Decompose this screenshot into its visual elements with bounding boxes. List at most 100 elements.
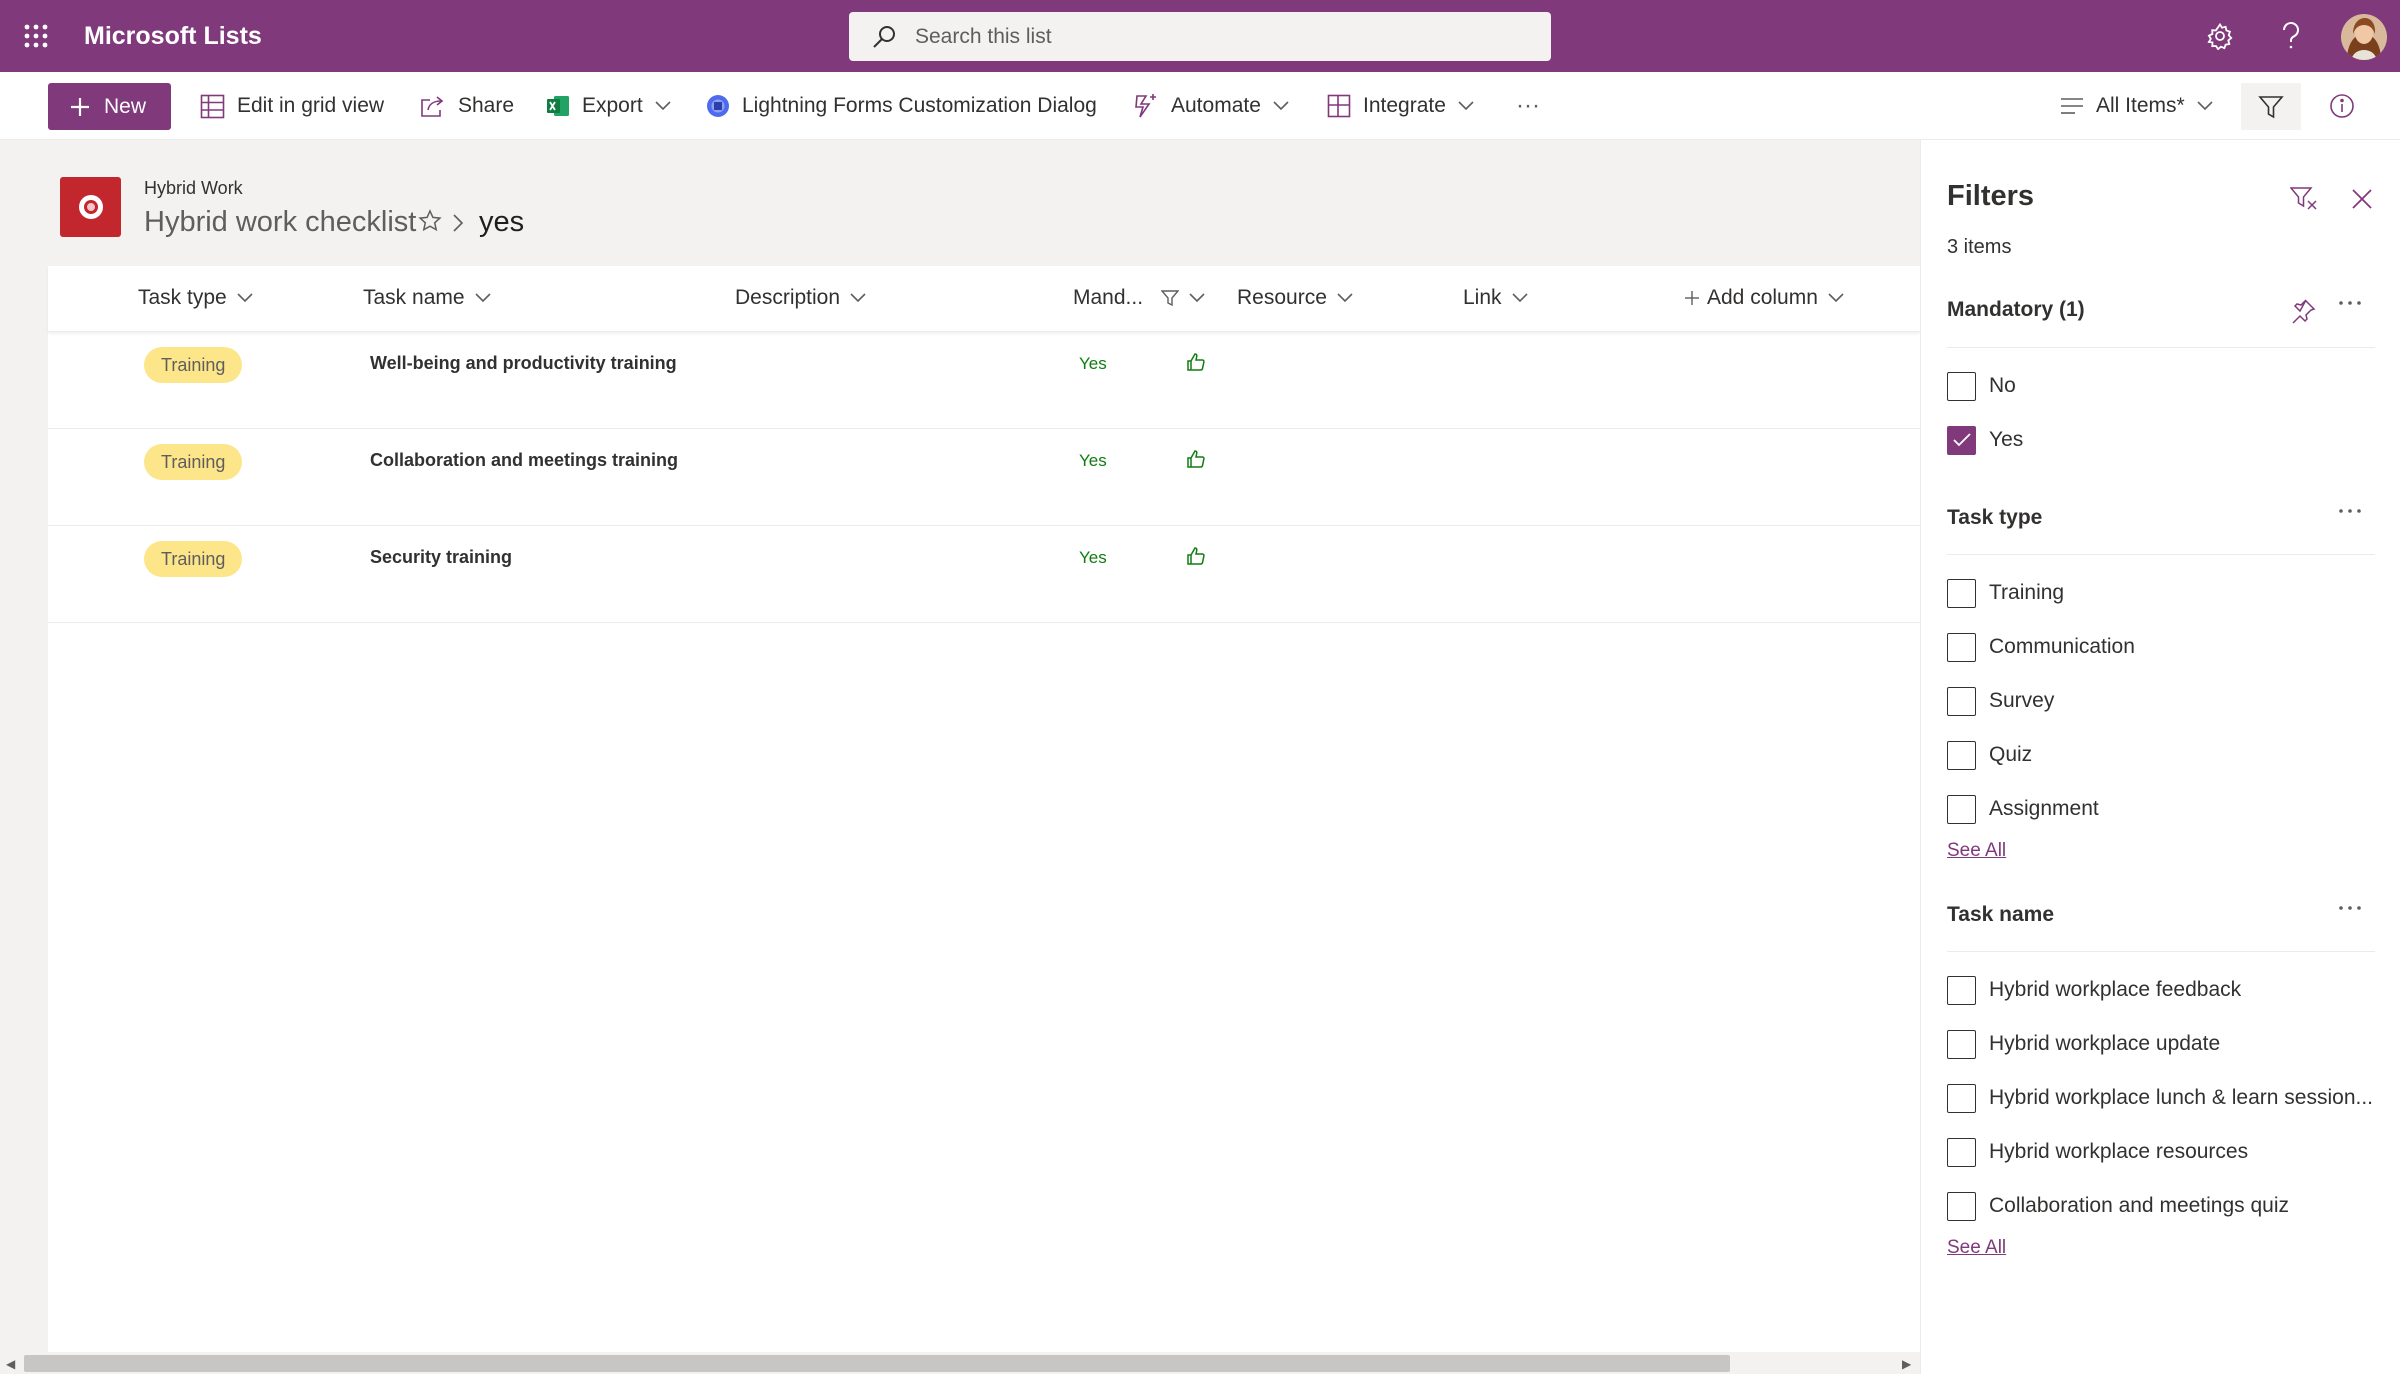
filter-option-task-name[interactable]: Hybrid workplace resources [1947, 1136, 2248, 1168]
horizontal-scrollbar[interactable]: ◀ ▶ [0, 1352, 1920, 1374]
column-headers: Task type Task name Description Mand... … [48, 266, 1920, 332]
new-button[interactable]: New [48, 83, 171, 130]
list-title[interactable]: Hybrid work checklist [144, 206, 416, 239]
search-input[interactable] [915, 12, 1515, 61]
help-icon[interactable] [2273, 18, 2309, 54]
scroll-right-arrow-icon[interactable]: ▶ [1902, 1357, 1911, 1371]
share-button[interactable]: Share [420, 82, 514, 130]
divider [1947, 347, 2375, 348]
checkbox[interactable] [1947, 632, 1976, 662]
task-name-cell[interactable]: Security training [370, 547, 512, 568]
filter-option-label: Hybrid workplace lunch & learn session..… [1989, 1086, 2374, 1109]
checkbox[interactable] [1947, 975, 1976, 1005]
lightning-forms-label: Lightning Forms Customization Dialog [742, 94, 1097, 117]
checkbox[interactable] [1947, 1191, 1976, 1221]
filter-option-communication[interactable]: Communication [1947, 631, 2135, 663]
mandatory-cell: Yes [1079, 548, 1107, 567]
task-name-cell[interactable]: Collaboration and meetings training [370, 450, 678, 471]
checkbox[interactable] [1947, 686, 1976, 716]
checkbox-checked[interactable] [1947, 425, 1976, 455]
filter-option-task-name[interactable]: Hybrid workplace lunch & learn session..… [1947, 1082, 2373, 1114]
more-commands-button[interactable]: ··· [1516, 82, 1540, 130]
filter-option-task-name[interactable]: Hybrid workplace feedback [1947, 974, 2241, 1006]
more-options-icon[interactable] [2338, 508, 2362, 514]
chevron-down-icon [655, 101, 671, 111]
breadcrumb-chevron-icon [452, 214, 464, 232]
view-selector[interactable]: All Items* [2060, 82, 2213, 130]
checkbox[interactable] [1947, 740, 1976, 770]
export-label: Export [582, 94, 643, 117]
chevron-down-icon [1828, 293, 1844, 303]
list-logo-icon [60, 177, 121, 237]
filter-option-survey[interactable]: Survey [1947, 685, 2054, 717]
automate-button[interactable]: Automate [1133, 82, 1289, 130]
mandatory-cell: Yes [1079, 451, 1107, 470]
column-header-mandatory[interactable]: Mand... [1073, 286, 1205, 310]
plus-icon [1685, 291, 1699, 305]
more-options-icon[interactable] [2338, 300, 2362, 306]
more-options-icon[interactable] [2338, 905, 2362, 911]
filter-section-task-name-title: Task name [1947, 903, 2054, 926]
pin-icon[interactable] [2290, 298, 2316, 324]
chevron-down-icon [1273, 101, 1289, 111]
column-header-description[interactable]: Description [735, 286, 866, 310]
integrate-button[interactable]: Integrate [1327, 82, 1474, 130]
filter-option-label: Hybrid workplace update [1989, 1032, 2221, 1055]
user-avatar[interactable] [2341, 14, 2387, 60]
checkbox[interactable] [1947, 578, 1976, 608]
filter-option-label: Hybrid workplace resources [1989, 1140, 2249, 1163]
site-name[interactable]: Hybrid Work [144, 178, 243, 199]
column-header-task-type[interactable]: Task type [138, 286, 253, 310]
info-button[interactable] [2329, 82, 2355, 130]
column-header-link[interactable]: Link [1463, 286, 1528, 310]
filter-option-quiz[interactable]: Quiz [1947, 739, 2032, 771]
automate-label: Automate [1171, 94, 1261, 117]
filter-option-yes[interactable]: Yes [1947, 424, 2023, 456]
checkbox[interactable] [1947, 1083, 1976, 1113]
filter-pane-toggle[interactable] [2241, 83, 2301, 130]
scroll-left-arrow-icon[interactable]: ◀ [6, 1357, 15, 1371]
checkbox[interactable] [1947, 371, 1976, 401]
settings-gear-icon[interactable] [2202, 18, 2238, 54]
filter-option-label: Training [1989, 581, 2065, 604]
filters-title: Filters [1947, 180, 2035, 212]
filter-option-assignment[interactable]: Assignment [1947, 793, 2099, 825]
integrate-icon [1327, 94, 1351, 118]
view-selector-label: All Items* [2096, 94, 2185, 117]
thumbs-up-icon [1186, 449, 1206, 469]
table-row[interactable]: Training Security training Yes [48, 526, 1920, 623]
table-row[interactable]: Training Collaboration and meetings trai… [48, 429, 1920, 526]
new-button-label: New [104, 94, 147, 118]
close-icon[interactable] [2351, 188, 2373, 210]
checkbox[interactable] [1947, 1029, 1976, 1059]
list-header: Hybrid Work Hybrid work checklist yes [0, 140, 1920, 266]
app-launcher-icon[interactable] [14, 14, 58, 58]
column-header-resource[interactable]: Resource [1237, 286, 1353, 310]
suite-header: Microsoft Lists [0, 0, 2400, 72]
scrollbar-thumb[interactable] [24, 1355, 1730, 1372]
checkbox[interactable] [1947, 1137, 1976, 1167]
filter-section-mandatory-title: Mandatory (1) [1947, 298, 2085, 321]
see-all-task-type-link[interactable]: See All [1947, 840, 2006, 862]
add-column-button[interactable]: Add column [1685, 286, 1844, 310]
filter-option-no[interactable]: No [1947, 370, 2016, 402]
app-name[interactable]: Microsoft Lists [84, 22, 262, 51]
edit-grid-view-button[interactable]: Edit in grid view [200, 82, 384, 130]
see-all-task-name-link[interactable]: See All [1947, 1237, 2006, 1259]
column-header-task-name[interactable]: Task name [363, 286, 491, 310]
filter-option-task-name[interactable]: Hybrid workplace update [1947, 1028, 2220, 1060]
table-row[interactable]: Training Well-being and productivity tra… [48, 332, 1920, 429]
search-box[interactable] [849, 12, 1551, 61]
filter-option-training[interactable]: Training [1947, 577, 2064, 609]
lightning-forms-button[interactable]: Lightning Forms Customization Dialog [706, 82, 1097, 130]
filter-icon [2258, 94, 2284, 120]
task-type-pill: Training [144, 444, 243, 480]
favorite-star-icon[interactable] [418, 209, 442, 233]
filter-result-count: 3 items [1947, 236, 2012, 258]
checkbox[interactable] [1947, 794, 1976, 824]
task-name-cell[interactable]: Well-being and productivity training [370, 353, 677, 374]
clear-filters-icon[interactable] [2290, 186, 2318, 212]
export-button[interactable]: Export [546, 82, 671, 130]
breadcrumb-view-name: yes [479, 206, 525, 238]
filter-option-task-name[interactable]: Collaboration and meetings quiz [1947, 1190, 2289, 1222]
